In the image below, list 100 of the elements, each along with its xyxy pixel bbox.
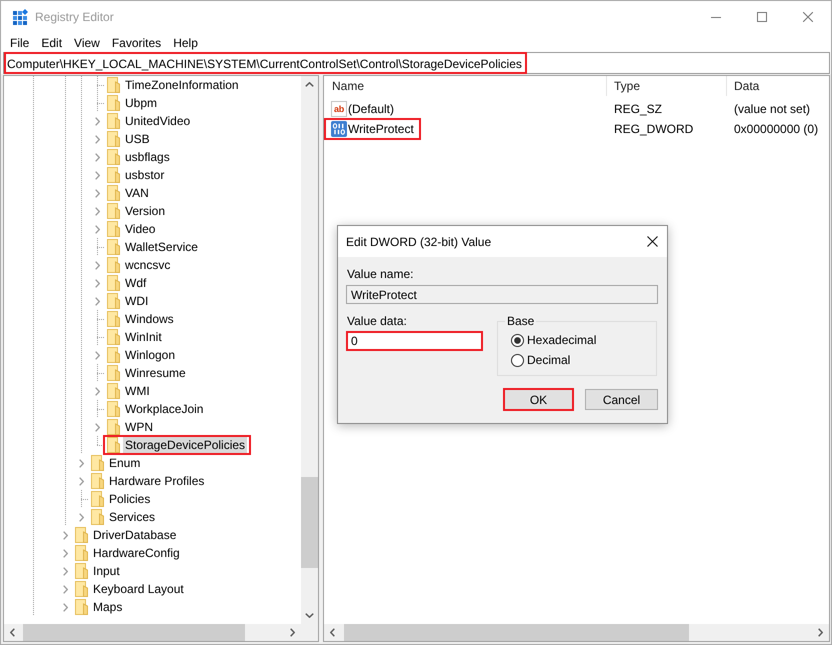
- tree-item[interactable]: Winresume: [123, 365, 188, 381]
- scrollbar-thumb[interactable]: [344, 624, 689, 641]
- tree-item[interactable]: WDI: [123, 293, 150, 309]
- expand-chevron-icon[interactable]: [62, 566, 68, 576]
- column-header[interactable]: Name: [324, 76, 607, 96]
- tree-item[interactable]: WorkplaceJoin: [123, 401, 206, 417]
- tree-item[interactable]: UnitedVideo: [123, 113, 192, 129]
- tree-item[interactable]: USB: [123, 131, 152, 147]
- tree-item[interactable]: HardwareConfig: [91, 545, 182, 561]
- tree-item[interactable]: Winlogon: [123, 347, 178, 363]
- expand-chevron-icon[interactable]: [62, 530, 68, 540]
- expand-chevron-icon[interactable]: [94, 170, 100, 180]
- tree-item[interactable]: WinInit: [123, 329, 164, 345]
- menu-item[interactable]: File: [4, 34, 36, 50]
- address-bar[interactable]: Computer\HKEY_LOCAL_MACHINE\SYSTEM\CurrentControlSet\Control\StorageDevicePolicies: [3, 52, 830, 74]
- horizontal-scrollbar[interactable]: [4, 624, 301, 641]
- value-data: (value not set): [734, 102, 810, 116]
- tree-item[interactable]: Input: [91, 563, 122, 579]
- tree-item[interactable]: Version: [123, 203, 168, 219]
- expand-chevron-icon[interactable]: [94, 296, 100, 306]
- tree-item[interactable]: Wdf: [123, 275, 148, 291]
- folder-icon: [107, 383, 120, 399]
- chevron-left-icon[interactable]: [10, 628, 15, 637]
- radio-option[interactable]: Decimal: [511, 350, 570, 370]
- chevron-left-icon[interactable]: [330, 628, 335, 637]
- tree-item[interactable]: Maps: [91, 599, 124, 615]
- value-name[interactable]: (Default): [348, 101, 394, 117]
- tree-item[interactable]: Keyboard Layout: [91, 581, 186, 597]
- menu-item[interactable]: View: [68, 34, 106, 50]
- tree-item[interactable]: Hardware Profiles: [107, 473, 206, 489]
- radio-option[interactable]: Hexadecimal: [511, 330, 596, 350]
- chevron-down-icon[interactable]: [305, 613, 314, 618]
- tree-item[interactable]: Windows: [123, 311, 176, 327]
- folder-icon: [107, 95, 120, 111]
- column-header[interactable]: Type: [607, 76, 727, 96]
- expand-chevron-icon[interactable]: [94, 188, 100, 198]
- folder-icon: [107, 77, 120, 93]
- app-grid-icon: [12, 9, 28, 25]
- string-type-icon: ab: [331, 101, 347, 117]
- tree-item[interactable]: Ubpm: [123, 95, 160, 111]
- vertical-scrollbar[interactable]: [301, 76, 318, 624]
- tree-item[interactable]: usbflags: [123, 149, 172, 165]
- value-type: REG_SZ: [614, 102, 662, 116]
- expand-chevron-icon[interactable]: [78, 512, 84, 522]
- dialog-button[interactable]: OK: [503, 388, 574, 411]
- expand-chevron-icon[interactable]: [94, 278, 100, 288]
- expand-chevron-icon[interactable]: [94, 422, 100, 432]
- expand-chevron-icon[interactable]: [94, 386, 100, 396]
- folder-icon: [75, 545, 88, 561]
- menu-item[interactable]: Favorites: [106, 34, 168, 50]
- tree-item[interactable]: usbstor: [123, 167, 166, 183]
- scrollbar-thumb[interactable]: [301, 477, 318, 568]
- tree-item[interactable]: Policies: [107, 491, 152, 507]
- chevron-up-icon[interactable]: [305, 82, 314, 87]
- tree-item[interactable]: Video: [123, 221, 158, 237]
- group-label: Base: [505, 314, 536, 328]
- expand-chevron-icon[interactable]: [94, 350, 100, 360]
- radio-button[interactable]: [511, 334, 524, 346]
- scrollbar-thumb[interactable]: [23, 624, 245, 641]
- value-name-field[interactable]: WriteProtect: [346, 285, 658, 304]
- expand-chevron-icon[interactable]: [94, 260, 100, 270]
- tree-item[interactable]: StorageDevicePolicies: [123, 437, 248, 453]
- menu-item[interactable]: Help: [167, 34, 204, 50]
- expand-chevron-icon[interactable]: [62, 602, 68, 612]
- chevron-right-icon[interactable]: [290, 628, 295, 637]
- expand-chevron-icon[interactable]: [62, 548, 68, 558]
- expand-chevron-icon[interactable]: [94, 206, 100, 216]
- menu-item[interactable]: Edit: [35, 34, 68, 50]
- folder-icon: [107, 203, 120, 219]
- value-data-field[interactable]: 0: [346, 331, 483, 351]
- expand-chevron-icon[interactable]: [78, 458, 84, 468]
- tree-item[interactable]: TimeZoneInformation: [123, 77, 241, 93]
- value-name[interactable]: WriteProtect: [348, 121, 414, 137]
- tree-item[interactable]: WPN: [123, 419, 155, 435]
- folder-icon: [107, 419, 120, 435]
- folder-icon: [107, 311, 120, 327]
- folder-icon: [91, 455, 104, 471]
- folder-icon: [107, 113, 120, 129]
- expand-chevron-icon[interactable]: [94, 116, 100, 126]
- expand-chevron-icon[interactable]: [62, 584, 68, 594]
- expand-chevron-icon[interactable]: [78, 476, 84, 486]
- folder-icon: [107, 365, 120, 381]
- horizontal-scrollbar[interactable]: [324, 624, 829, 641]
- tree-item[interactable]: wcncsvc: [123, 257, 172, 273]
- tree-item[interactable]: VAN: [123, 185, 151, 201]
- dialog-button[interactable]: Cancel: [585, 389, 658, 410]
- tree-item[interactable]: WMI: [123, 383, 152, 399]
- radio-button[interactable]: [511, 354, 524, 366]
- folder-icon: [107, 329, 120, 345]
- column-header[interactable]: Data: [727, 76, 760, 96]
- tree-item[interactable]: DriverDatabase: [91, 527, 178, 543]
- tree-item[interactable]: WalletService: [123, 239, 200, 255]
- expand-chevron-icon[interactable]: [94, 152, 100, 162]
- tree-item[interactable]: Services: [107, 509, 158, 525]
- expand-chevron-icon[interactable]: [94, 134, 100, 144]
- tree-item[interactable]: Enum: [107, 455, 142, 471]
- folder-icon: [107, 221, 120, 237]
- maximize-icon: [757, 12, 767, 22]
- expand-chevron-icon[interactable]: [94, 224, 100, 234]
- chevron-right-icon[interactable]: [818, 628, 823, 637]
